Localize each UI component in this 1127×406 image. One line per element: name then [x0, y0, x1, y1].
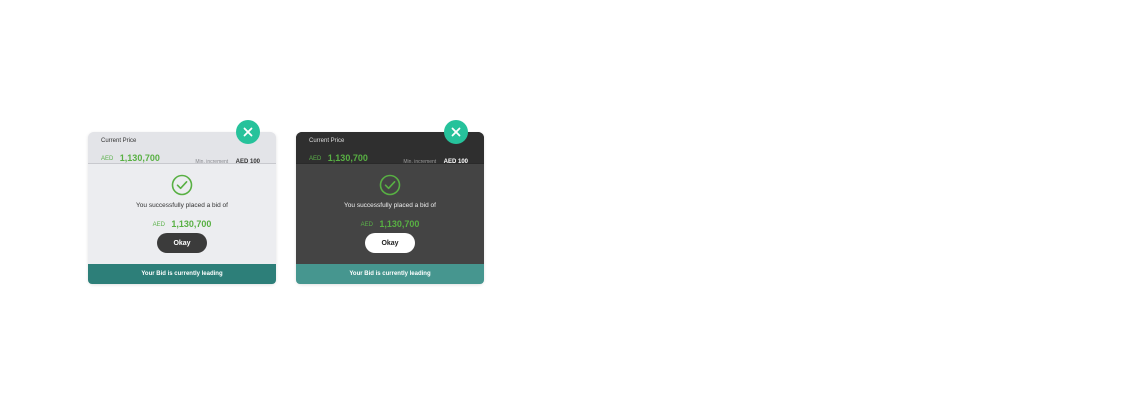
currency-label: AED — [101, 156, 114, 162]
bid-amount-value: 1,130,700 — [171, 219, 212, 229]
bid-success-dialog-dark: Current Price AED 1,130,700 Min. increme… — [296, 120, 484, 284]
okay-button[interactable]: Okay — [157, 233, 207, 253]
success-message: You successfully placed a bid of — [344, 202, 436, 209]
bid-amount-row: AED 1,130,700 — [88, 214, 276, 232]
bid-amount-value: 1,130,700 — [379, 219, 420, 229]
current-price-label: Current Price — [101, 138, 137, 144]
bid-success-dialog-light: Current Price AED 1,130,700 Min. increme… — [88, 120, 276, 284]
success-message: You successfully placed a bid of — [136, 202, 228, 209]
min-increment-label: Min. increment — [195, 159, 229, 165]
current-price-value: 1,130,700 — [327, 153, 368, 163]
current-price-row: AED 1,130,700 — [309, 148, 368, 166]
current-price-value: 1,130,700 — [119, 153, 160, 163]
close-button[interactable] — [444, 120, 468, 144]
currency-label: AED — [309, 156, 322, 162]
close-icon — [243, 127, 253, 137]
leading-status-banner: Your Bid is currently leading — [88, 264, 276, 284]
close-button[interactable] — [236, 120, 260, 144]
close-icon — [451, 127, 461, 137]
leading-status-banner: Your Bid is currently leading — [296, 264, 484, 284]
bid-currency-label: AED — [152, 222, 165, 228]
current-price-label: Current Price — [309, 138, 345, 144]
current-price-row: AED 1,130,700 — [101, 148, 160, 166]
check-circle-icon — [379, 174, 401, 196]
bid-amount-row: AED 1,130,700 — [296, 214, 484, 232]
okay-button[interactable]: Okay — [365, 233, 415, 253]
min-increment-value: AED 100 — [235, 159, 260, 165]
min-increment-row: Min. increment AED 100 — [403, 150, 468, 168]
leading-status-text: Your Bid is currently leading — [141, 271, 223, 277]
leading-status-text: Your Bid is currently leading — [349, 271, 431, 277]
min-increment-row: Min. increment AED 100 — [195, 150, 260, 168]
min-increment-label: Min. increment — [403, 159, 437, 165]
min-increment-value: AED 100 — [443, 159, 468, 165]
check-circle-icon — [171, 174, 193, 196]
bid-currency-label: AED — [360, 222, 373, 228]
